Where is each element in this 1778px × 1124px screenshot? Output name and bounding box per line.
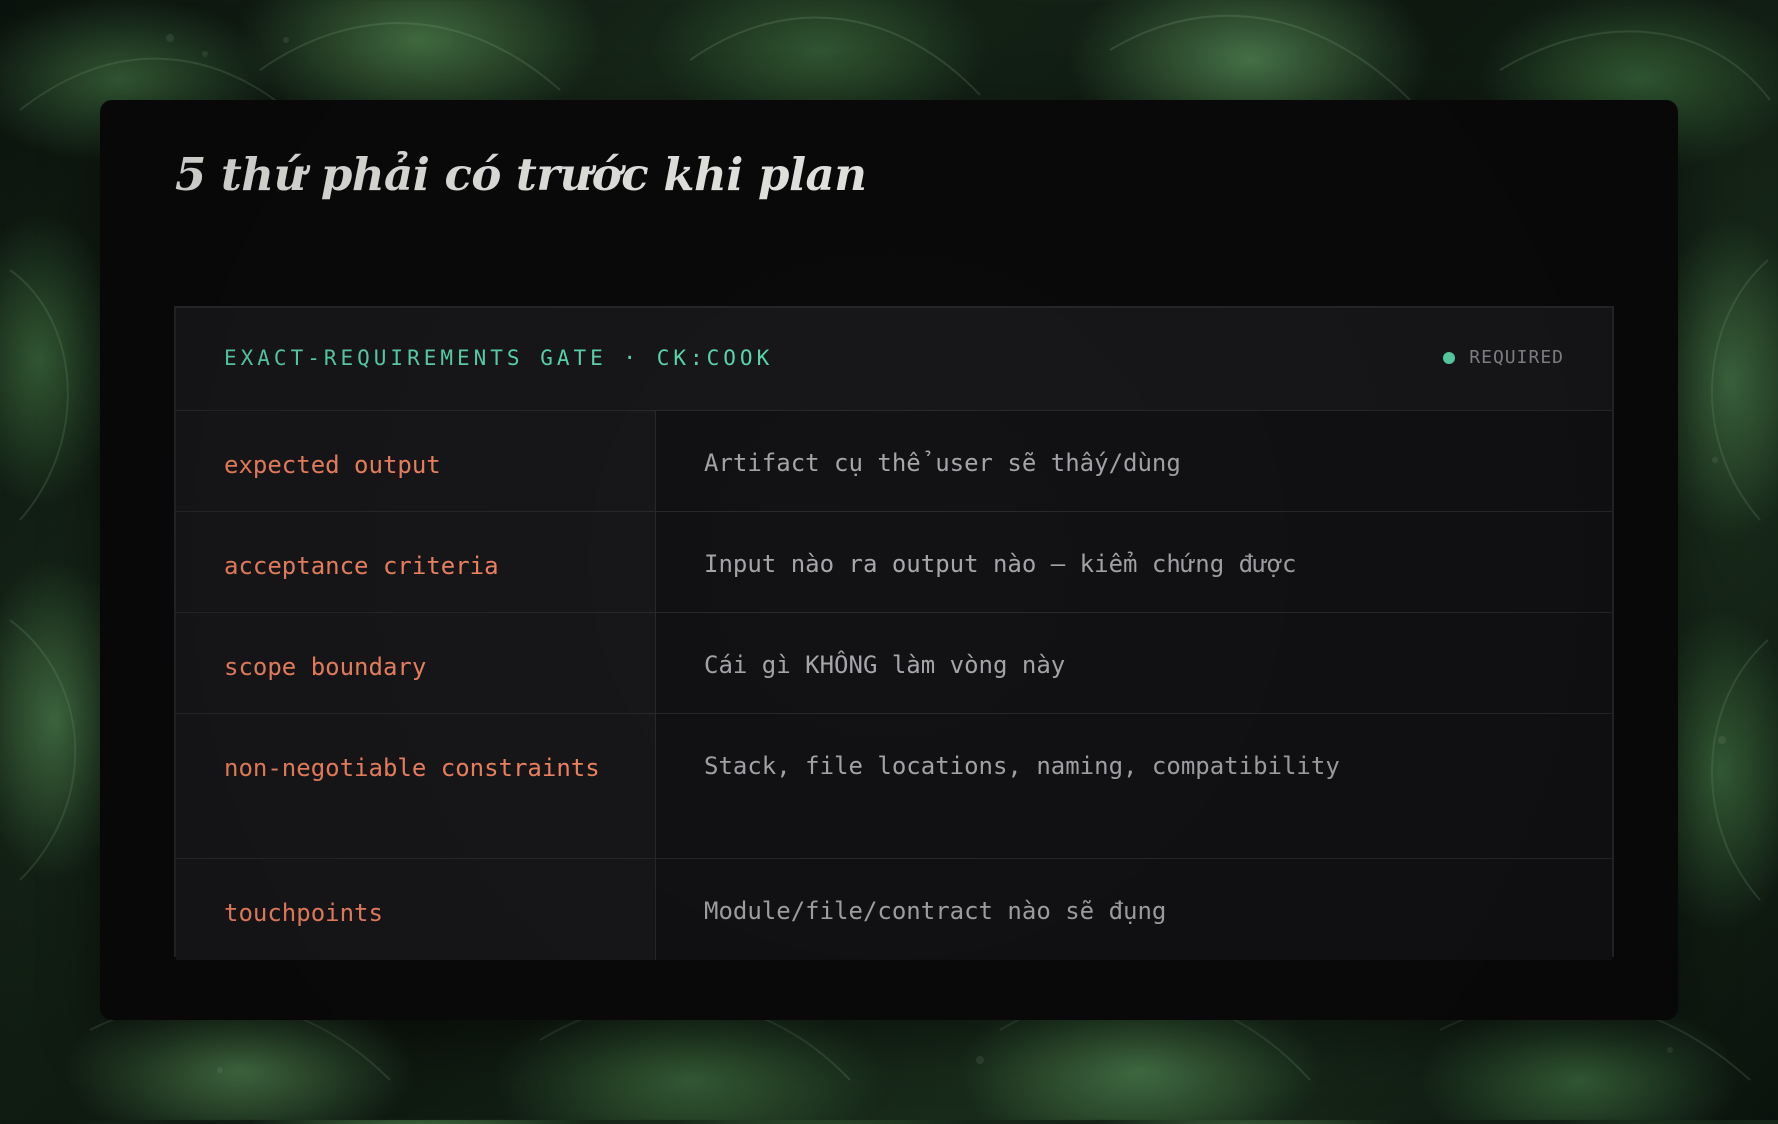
requirements-panel: EXACT-REQUIREMENTS GATE · CK:COOK REQUIR…: [174, 306, 1614, 960]
table-row: expected output Artifact cụ thể user sẽ …: [176, 411, 1612, 512]
required-label: REQUIRED: [1469, 347, 1564, 368]
row-description: Artifact cụ thể user sẽ thấy/dùng: [656, 411, 1612, 511]
row-description: Input nào ra output nào — kiểm chứng đượ…: [656, 512, 1612, 612]
row-label: non-negotiable constraints: [176, 714, 656, 858]
panel-header-label: EXACT-REQUIREMENTS GATE · CK:COOK: [224, 346, 774, 370]
row-description: Stack, file locations, naming, compatibi…: [656, 714, 1612, 858]
required-status: REQUIRED: [1443, 347, 1564, 368]
requirements-card: 5 thứ phải có trước khi plan EXACT-REQUI…: [100, 100, 1678, 1020]
panel-header: EXACT-REQUIREMENTS GATE · CK:COOK REQUIR…: [176, 308, 1612, 411]
green-dot-icon: [1443, 351, 1456, 364]
table-row: acceptance criteria Input nào ra output …: [176, 512, 1612, 613]
row-label: touchpoints: [176, 859, 656, 960]
table-row: scope boundary Cái gì KHÔNG làm vòng này: [176, 613, 1612, 714]
row-label: acceptance criteria: [176, 512, 656, 612]
row-label: expected output: [176, 411, 656, 511]
row-description: Cái gì KHÔNG làm vòng này: [656, 613, 1612, 713]
page-title: 5 thứ phải có trước khi plan: [175, 148, 867, 201]
requirements-list: expected output Artifact cụ thể user sẽ …: [176, 411, 1612, 960]
table-row: non-negotiable constraints Stack, file l…: [176, 714, 1612, 859]
row-label: scope boundary: [176, 613, 656, 713]
row-description: Module/file/contract nào sẽ đụng: [656, 859, 1612, 960]
table-row: touchpoints Module/file/contract nào sẽ …: [176, 859, 1612, 960]
